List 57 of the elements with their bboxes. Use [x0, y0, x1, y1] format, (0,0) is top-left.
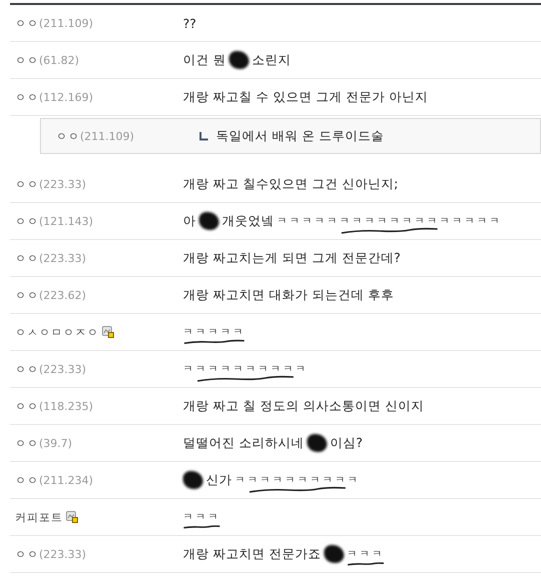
- author-name: ㅇㅇ: [15, 214, 39, 228]
- author-name: ㅇㅇ: [15, 176, 39, 192]
- comment-text: 소린지: [252, 52, 291, 68]
- comment-text: 개랑 짜고 칠수있으면 그건 신아닌지;: [183, 176, 398, 192]
- ip-address: (39.7): [39, 436, 72, 450]
- comment-text: 이심?: [330, 434, 363, 452]
- author-name: ㅇㅅㅇㅁㅇㅈㅇ: [15, 324, 99, 340]
- hand-drawn-underline: [183, 338, 246, 346]
- ip-address: (121.143): [39, 214, 94, 228]
- ip-address: (118.235): [39, 400, 94, 412]
- scribble-mark: [199, 212, 219, 230]
- comment-text: ??: [183, 16, 196, 30]
- scribble-mark: [228, 51, 249, 69]
- comment-text: ㅋㅋㅋㅋㅋㅋㅋㅋㅋㅋ: [183, 363, 308, 376]
- ip-address: (223.33): [39, 178, 86, 190]
- hand-drawn-underline: [183, 523, 220, 531]
- author-name: ㅇㅇ: [15, 472, 39, 488]
- ip-address: (211.109): [39, 16, 94, 30]
- comment-text: ㅋㅋㅋ: [183, 511, 220, 524]
- ip-address: (211.234): [39, 474, 94, 486]
- ip-address: (223.33): [39, 548, 86, 560]
- comment-text: 신가: [206, 472, 232, 488]
- author-name: ㅇㅇ: [15, 52, 39, 68]
- author-name: ㅇㅇ: [15, 250, 39, 266]
- scribble-mark: [306, 434, 327, 452]
- author-name: ㅇㅇ: [15, 362, 39, 376]
- comment-text: ㅋㅋㅋㅋㅋ: [183, 326, 246, 339]
- comment-text: 개웃었넼: [222, 212, 274, 230]
- comment-text: 개랑 짜고치면 대화가 되는건데 후후: [183, 286, 394, 304]
- ip-address: (223.33): [39, 362, 86, 376]
- hand-drawn-underline: [346, 560, 384, 568]
- author-name: 커피포트: [15, 510, 63, 524]
- ip-address: (223.33): [39, 252, 86, 264]
- author-name: ㅇㅇ: [15, 90, 39, 104]
- comment-text: 독일에서 배워 온 드루이드술: [216, 128, 384, 144]
- comment-text: 개랑 짜고칠 수 있으면 그게 전문가 아닌지: [183, 88, 428, 106]
- comment-text: ㅋㅋㅋㅋㅋㅋㅋㅋㅋㅋ: [235, 474, 360, 487]
- ip-address: (223.62): [39, 288, 86, 302]
- comment-text: 이건 뭔: [183, 52, 226, 68]
- comment-text: 개랑 짜고 칠 정도의 의사소통이면 신이지: [183, 398, 424, 414]
- scribble-mark: [324, 545, 344, 563]
- comment-text: 덜떨어진 소리하시네: [183, 434, 304, 452]
- comment-text: 아: [183, 212, 196, 230]
- ip-address: (211.109): [80, 130, 134, 142]
- author-name: ㅇㅇ: [15, 288, 39, 302]
- ip-address: (112.169): [39, 90, 94, 104]
- comment-text: ㅋㅋㅋㅋㅋㅋㅋㅋㅋㅋㅋㅋㅋㅋㅋㅋㅋㅋ: [277, 215, 502, 228]
- scribble-mark: [183, 471, 203, 489]
- author-name: ㅇㅇ: [56, 128, 80, 144]
- comment-text: 개랑 짜고치는게 되면 그게 전문간데?: [183, 250, 401, 266]
- author-name: ㅇㅇ: [15, 546, 39, 562]
- comment-text: ㅋㅋㅋ: [346, 548, 384, 561]
- author-name: ㅇㅇ: [15, 16, 39, 30]
- ip-address: (61.82): [39, 54, 80, 66]
- comment-text: 개랑 짜고치면 전문가죠: [183, 546, 321, 562]
- author-name: ㅇㅇ: [15, 436, 39, 450]
- author-name: ㅇㅇ: [15, 398, 39, 414]
